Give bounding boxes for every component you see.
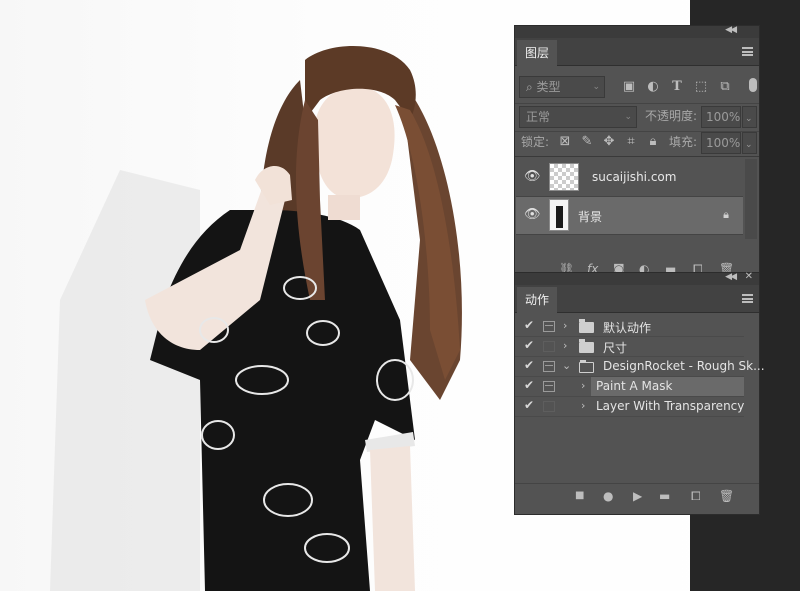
- folder-open-icon: [579, 360, 594, 373]
- chevron-down-icon: ⌄: [745, 114, 753, 124]
- dialog-toggle-icon[interactable]: [543, 361, 555, 372]
- lock-icon: 🔒︎: [723, 208, 729, 221]
- chevron-right-icon[interactable]: ›: [563, 319, 567, 332]
- action-set-row[interactable]: ✔ › 尺寸: [515, 337, 744, 357]
- checkmark-icon[interactable]: ✔: [524, 378, 534, 392]
- action-name: Layer With Transparency: [596, 399, 745, 413]
- action-set-row[interactable]: ✔ › 默认动作: [515, 317, 744, 337]
- collapse-panel-icon[interactable]: ◀◀: [725, 272, 737, 282]
- opacity-field[interactable]: 100%: [701, 106, 741, 128]
- record-icon[interactable]: ●: [603, 489, 613, 503]
- checkmark-icon[interactable]: ✔: [524, 398, 534, 412]
- divider: [515, 156, 759, 157]
- folder-icon: [579, 319, 594, 333]
- panel-menu-icon[interactable]: [742, 47, 753, 56]
- action-set-name: 默认动作: [603, 321, 652, 335]
- lock-label: 锁定:: [521, 135, 550, 149]
- action-name: Paint A Mask: [596, 379, 673, 393]
- dialog-toggle-icon[interactable]: [543, 321, 555, 332]
- chevron-right-icon[interactable]: ›: [563, 339, 567, 352]
- layer-row[interactable]: 👁︎ 背景 🔒︎: [516, 197, 743, 235]
- layer-name[interactable]: sucaijishi.com: [592, 170, 676, 184]
- layer-thumbnail: [549, 199, 569, 231]
- chevron-down-icon: ⌄: [592, 82, 600, 92]
- layers-panel-topbar[interactable]: ◀◀: [515, 25, 759, 38]
- filter-kind-value: 类型: [536, 80, 561, 94]
- opacity-dropdown-button[interactable]: ⌄: [742, 106, 757, 128]
- image-filter-icon[interactable]: ▣: [621, 79, 637, 95]
- lock-image-icon[interactable]: ✎: [579, 134, 595, 150]
- action-set-name: DesignRocket - Rough Sk...: [603, 359, 765, 373]
- checkmark-icon[interactable]: ✔: [524, 338, 534, 352]
- action-row[interactable]: ✔ › Paint A Mask: [515, 377, 744, 397]
- chevron-right-icon[interactable]: ›: [581, 399, 585, 412]
- layers-panel: ◀◀ 图层 ⌕ 类型 ⌄ ▣ ◐ T ⬚ ⧉ 正常 ⌄ 不透明度: 100% ⌄…: [514, 25, 761, 276]
- dialog-toggle-icon[interactable]: [543, 401, 555, 412]
- fill-label: 填充:: [669, 135, 698, 149]
- visibility-eye-icon[interactable]: 👁︎: [524, 170, 541, 184]
- lock-position-icon[interactable]: ✥: [601, 134, 617, 150]
- layer-name[interactable]: 背景: [578, 208, 602, 225]
- action-set-row[interactable]: ✔ ⌄ DesignRocket - Rough Sk...: [515, 357, 765, 377]
- type-filter-icon[interactable]: T: [669, 79, 685, 95]
- chevron-down-icon[interactable]: ⌄: [562, 359, 571, 372]
- shape-filter-icon[interactable]: ⬚: [693, 79, 709, 95]
- fill-field[interactable]: 100%: [701, 132, 741, 154]
- panel-menu-icon[interactable]: [742, 294, 753, 303]
- actions-panel-topbar[interactable]: ◀◀ ✕: [515, 271, 759, 285]
- lock-artboard-icon[interactable]: ⌗: [623, 134, 639, 150]
- divider: [515, 103, 759, 104]
- search-icon: ⌕: [526, 80, 537, 94]
- layer-row[interactable]: 👁︎ sucaijishi.com: [516, 159, 743, 197]
- tab-actions[interactable]: 动作: [517, 287, 558, 313]
- chevron-right-icon[interactable]: ›: [581, 379, 585, 392]
- adjustment-filter-icon[interactable]: ◐: [645, 79, 661, 95]
- actions-list: ✔ › 默认动作 ✔ › 尺寸 ✔ ⌄ DesignRocket - Rough…: [515, 317, 765, 477]
- layer-thumbnail: [549, 163, 579, 191]
- stop-icon[interactable]: ■: [575, 490, 584, 501]
- visibility-eye-icon[interactable]: 👁︎: [524, 208, 541, 222]
- dialog-toggle-icon[interactable]: [543, 341, 555, 352]
- folder-icon: [579, 339, 594, 353]
- play-icon[interactable]: ▶: [633, 489, 642, 503]
- collapse-panel-icon[interactable]: ◀◀: [725, 25, 737, 35]
- blend-mode-select[interactable]: 正常 ⌄: [519, 106, 637, 128]
- divider: [515, 483, 759, 484]
- smart-object-filter-icon[interactable]: ⧉: [717, 79, 733, 95]
- thumbnail-figure: [556, 206, 563, 228]
- filter-kind-select[interactable]: ⌕ 类型 ⌄: [519, 76, 605, 98]
- lock-all-icon[interactable]: 🔒︎: [645, 134, 661, 150]
- lock-transparent-icon[interactable]: ⊠: [557, 134, 573, 150]
- blend-mode-value: 正常: [526, 110, 551, 124]
- layers-scrollbar[interactable]: [745, 159, 757, 239]
- new-action-icon[interactable]: ⧠: [691, 489, 701, 504]
- action-row[interactable]: ✔ › Layer With Transparency: [515, 397, 744, 417]
- checkmark-icon[interactable]: ✔: [524, 358, 534, 372]
- opacity-label: 不透明度:: [645, 109, 698, 123]
- actions-tabbar: 动作: [515, 285, 759, 313]
- dialog-toggle-icon[interactable]: [543, 381, 555, 392]
- fill-dropdown-button[interactable]: ⌄: [742, 132, 757, 154]
- layers-list: 👁︎ sucaijishi.com 👁︎ 背景 🔒︎: [515, 159, 761, 239]
- checkmark-icon[interactable]: ✔: [524, 318, 534, 332]
- actions-footer: ■ ● ▶ ▬ ⧠ 🗑︎: [515, 489, 759, 509]
- trash-icon[interactable]: 🗑︎: [719, 489, 734, 503]
- close-icon[interactable]: ✕: [745, 271, 753, 282]
- new-set-icon[interactable]: ▬: [659, 489, 670, 503]
- chevron-down-icon: ⌄: [624, 112, 632, 122]
- layers-tabbar: 图层: [515, 38, 759, 66]
- actions-panel: ◀◀ ✕ 动作 ✔ › 默认动作 ✔ › 尺寸 ✔ ⌄ DesignRocket…: [514, 271, 765, 515]
- tab-layers[interactable]: 图层: [517, 40, 558, 66]
- filter-toggle-switch[interactable]: [749, 78, 757, 92]
- chevron-down-icon: ⌄: [745, 140, 753, 150]
- action-set-name: 尺寸: [603, 341, 628, 355]
